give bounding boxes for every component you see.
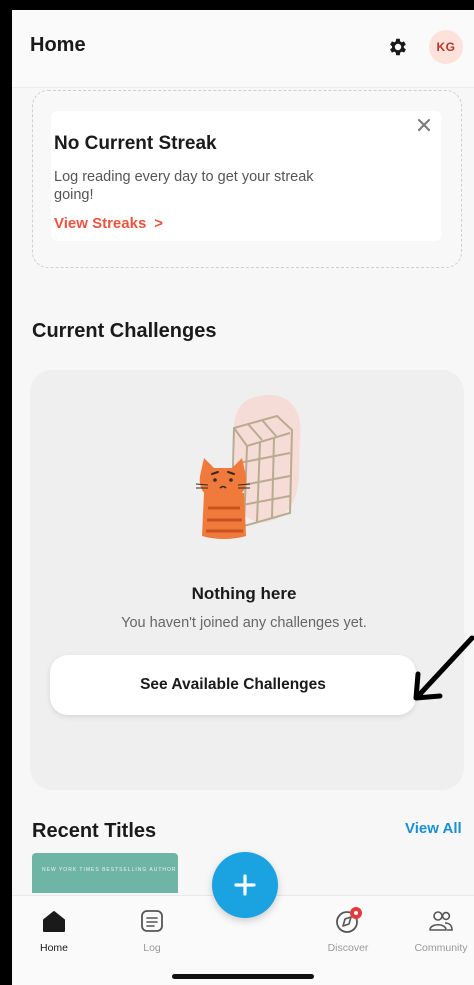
nav-item-community[interactable]: Community — [406, 896, 474, 966]
empty-state-title: Nothing here — [191, 584, 297, 603]
challenges-heading: Current Challenges — [32, 320, 217, 342]
home-icon — [43, 911, 65, 932]
page-title: Home — [30, 34, 86, 56]
app-screen: Home KG No Current Streak Log reading ev… — [12, 10, 474, 985]
book-cover[interactable]: NEW YORK TIMES BESTSELLING AUTHOR — [32, 853, 178, 893]
view-streaks-label: View Streaks — [54, 215, 147, 232]
add-button[interactable] — [212, 852, 278, 918]
nav-item-discover[interactable]: Discover — [313, 896, 383, 966]
people-icon — [429, 911, 453, 931]
cat-illustration — [195, 394, 301, 539]
view-streaks-link[interactable]: View Streaks > — [54, 215, 163, 232]
nav-label-log: Log — [143, 942, 161, 954]
annotation-arrow-icon — [413, 635, 474, 701]
close-icon[interactable] — [416, 117, 432, 133]
nav-label-discover: Discover — [327, 942, 369, 954]
streak-title: No Current Streak — [54, 133, 217, 154]
see-available-challenges-button[interactable]: See Available Challenges — [50, 655, 416, 715]
book-cover-banner: NEW YORK TIMES BESTSELLING AUTHOR — [42, 867, 177, 873]
plus-icon — [234, 874, 256, 896]
avatar[interactable]: KG — [429, 30, 463, 64]
home-indicator — [172, 974, 314, 979]
gear-icon[interactable] — [387, 36, 409, 58]
log-icon — [141, 910, 163, 932]
streak-description: Log reading every day to get your streak… — [54, 169, 314, 203]
nav-item-home[interactable]: Home — [19, 896, 89, 966]
compass-icon — [336, 907, 362, 933]
nav-item-log[interactable]: Log — [117, 896, 187, 966]
empty-state-description: You haven't joined any challenges yet. — [121, 615, 367, 631]
top-header: Home KG — [12, 10, 474, 88]
nav-label-home: Home — [39, 942, 68, 954]
view-all-link[interactable]: View All — [405, 820, 462, 837]
nav-label-community: Community — [414, 942, 468, 954]
recent-titles-heading: Recent Titles — [32, 820, 157, 842]
chevron-right-icon: > — [154, 215, 164, 232]
